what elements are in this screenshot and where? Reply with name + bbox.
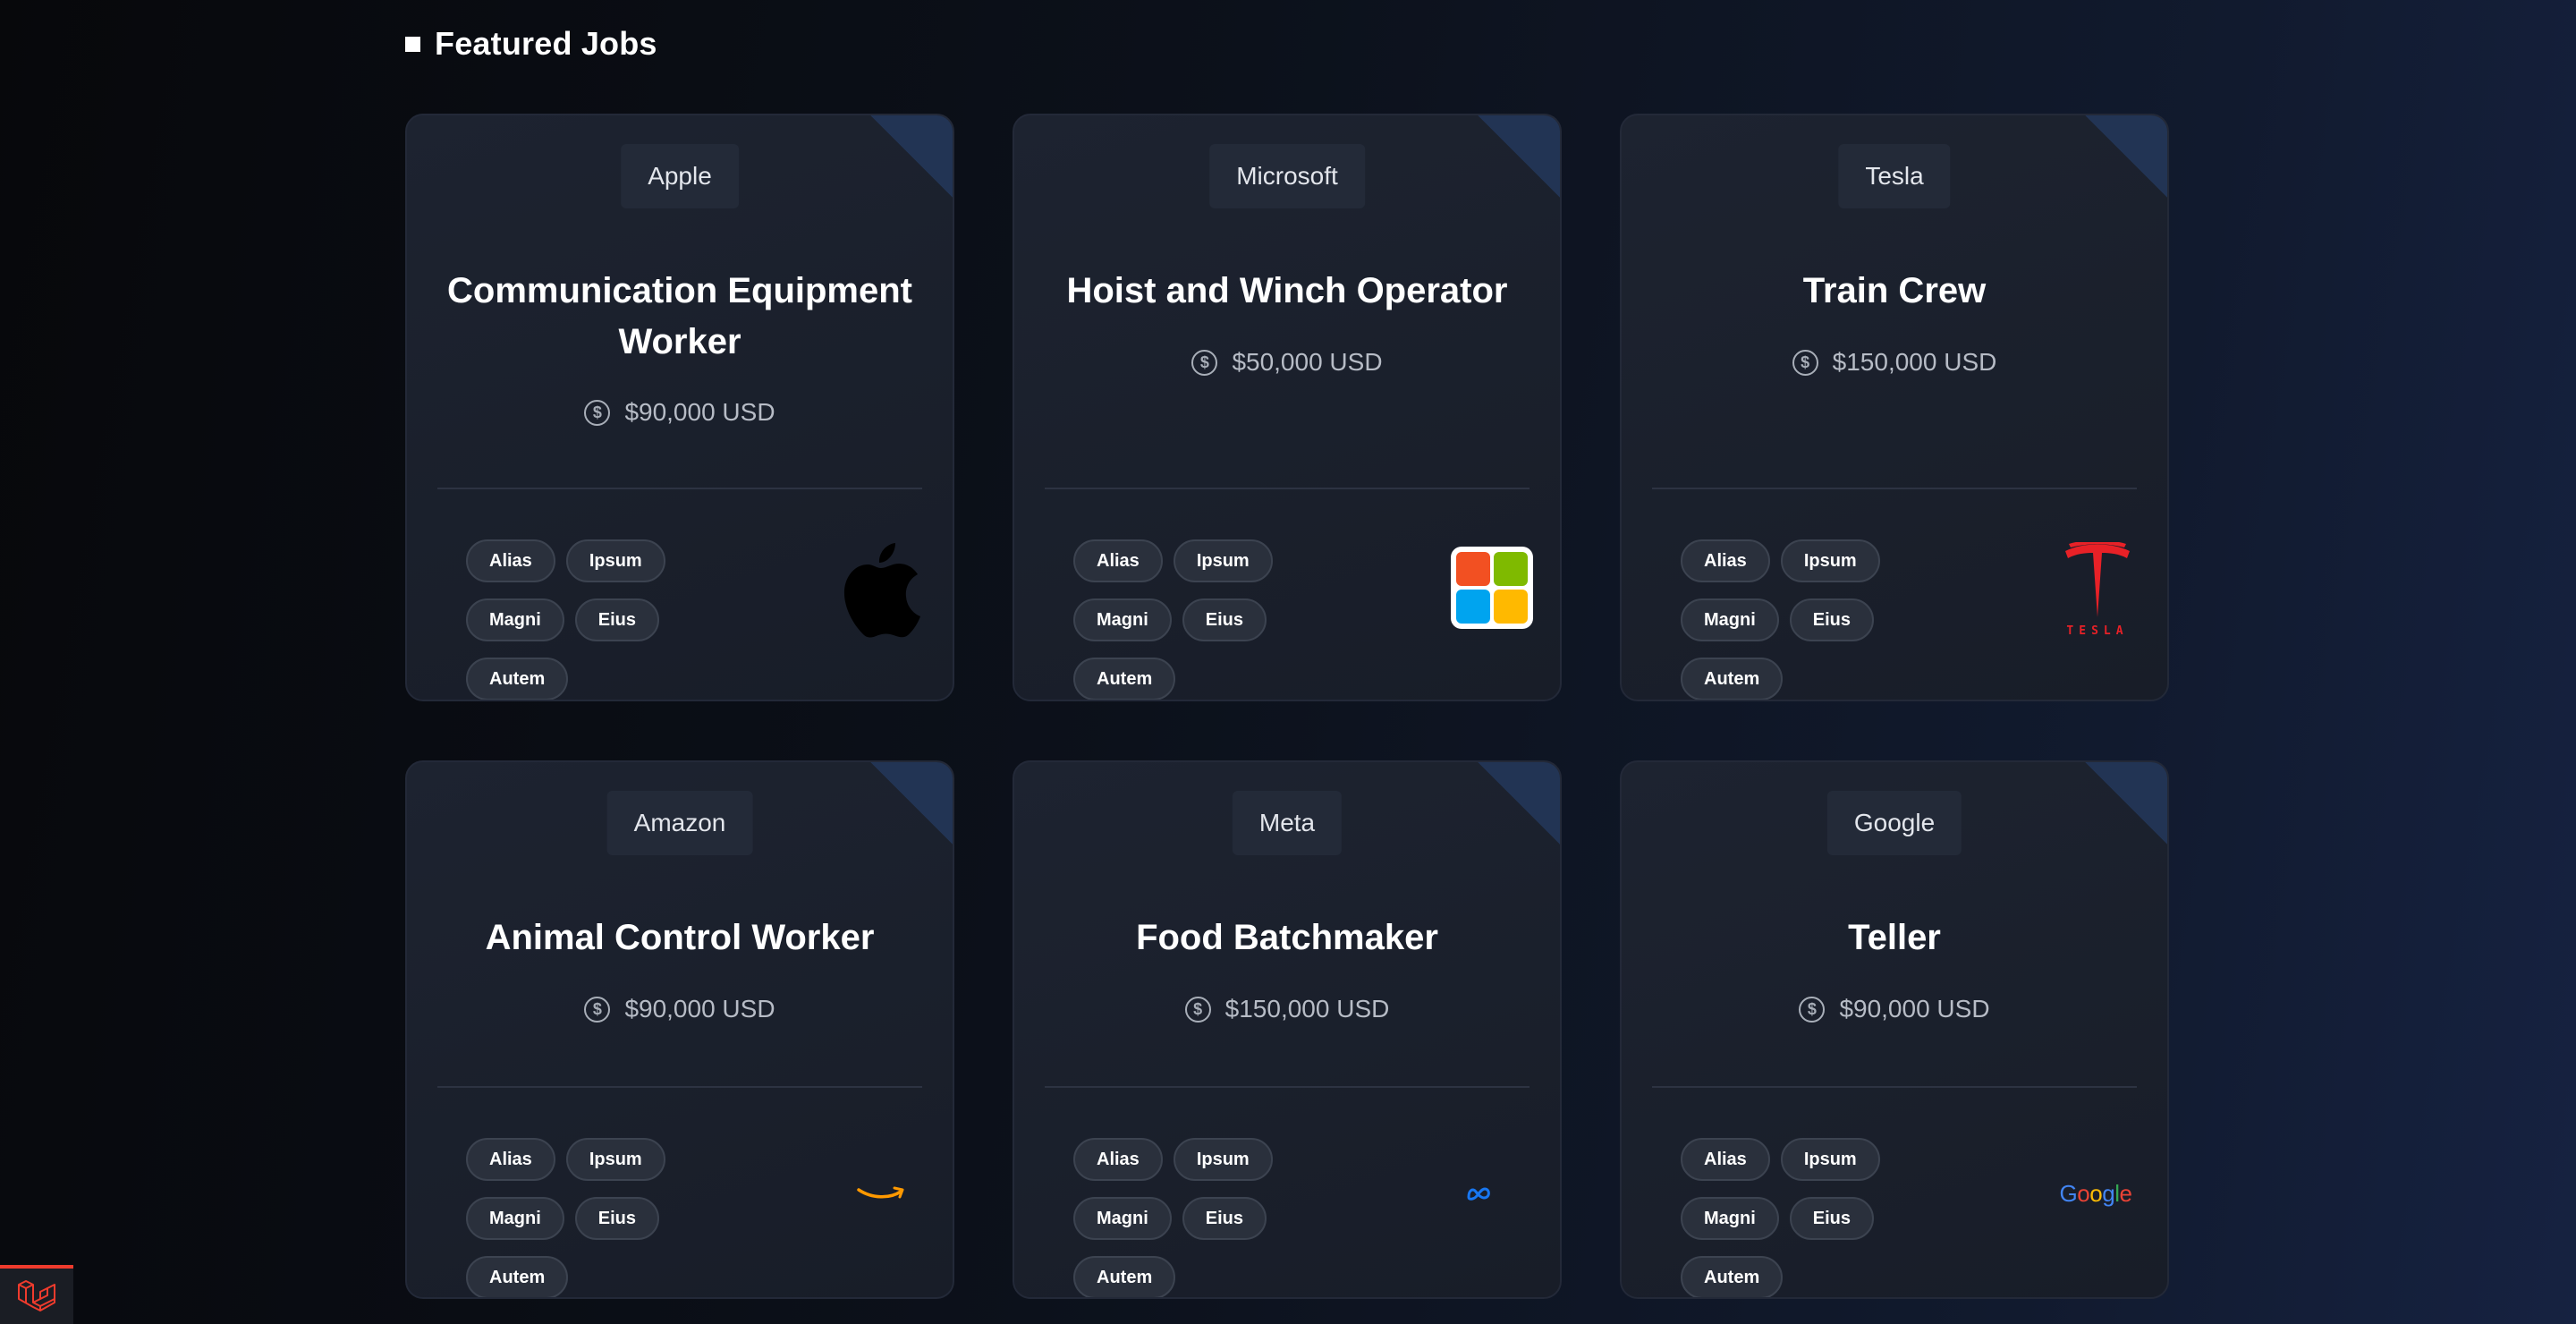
tag[interactable]: Ipsum	[565, 1138, 665, 1181]
job-card[interactable]: Meta Food Batchmaker $ $150,000 USD Alia…	[1013, 760, 1562, 1299]
tesla-wordmark: TESLA	[2066, 624, 2129, 638]
tag[interactable]: Alias	[1073, 1138, 1163, 1181]
card-corner-accent	[2085, 115, 2167, 198]
salary-text: $150,000 USD	[1224, 995, 1390, 1023]
salary-text: $90,000 USD	[624, 995, 775, 1023]
tag[interactable]: Autem	[1681, 658, 1784, 700]
card-corner-accent	[870, 762, 953, 844]
tag[interactable]: Ipsum	[1173, 539, 1273, 582]
card-divider	[1652, 488, 2137, 489]
tag[interactable]: Alias	[466, 1138, 555, 1181]
tag[interactable]: Alias	[1681, 1138, 1770, 1181]
job-title[interactable]: Communication Equipment Worker	[443, 266, 917, 368]
amazon-logo	[836, 1175, 926, 1211]
tag[interactable]: Magni	[1073, 598, 1172, 641]
card-divider	[437, 1086, 922, 1088]
job-card[interactable]: Microsoft Hoist and Winch Operator $ $50…	[1013, 114, 1562, 701]
card-divider	[1045, 1086, 1530, 1088]
company-badge[interactable]: Apple	[621, 144, 739, 208]
tag[interactable]: Autem	[466, 1256, 569, 1297]
tesla-logo: TESLA	[2055, 536, 2140, 643]
card-corner-accent	[870, 115, 953, 198]
card-divider	[437, 488, 922, 489]
job-title[interactable]: Hoist and Winch Operator	[1050, 266, 1524, 317]
tag[interactable]: Ipsum	[565, 539, 665, 582]
company-badge[interactable]: Meta	[1232, 791, 1343, 855]
card-corner-accent	[1478, 762, 1560, 844]
tag[interactable]: Eius	[1789, 1197, 1875, 1240]
tag[interactable]: Magni	[1073, 1197, 1172, 1240]
tag[interactable]: Autem	[466, 658, 569, 700]
dollar-icon: $	[1792, 349, 1818, 376]
card-corner-accent	[1478, 115, 1560, 198]
tag-list: Alias Ipsum Magni Eius Autem	[466, 1138, 770, 1297]
dollar-icon: $	[584, 996, 611, 1023]
tag-list: Alias Ipsum Magni Eius Autem	[1073, 539, 1377, 700]
tag[interactable]: Alias	[466, 539, 555, 582]
card-divider	[1045, 488, 1530, 489]
tag[interactable]: Eius	[1182, 1197, 1267, 1240]
job-title[interactable]: Animal Control Worker	[443, 912, 917, 963]
tag-list: Alias Ipsum Magni Eius Autem	[1681, 539, 1985, 700]
dollar-icon: $	[584, 399, 611, 426]
salary-text: $90,000 USD	[1839, 995, 1990, 1023]
tag[interactable]: Eius	[574, 598, 660, 641]
jobs-grid: Apple Communication Equipment Worker $ $…	[405, 114, 2169, 1299]
job-card[interactable]: Apple Communication Equipment Worker $ $…	[405, 114, 954, 701]
job-title[interactable]: Teller	[1657, 912, 2131, 963]
tag[interactable]: Magni	[1681, 1197, 1779, 1240]
google-wordmark: Google	[2059, 1179, 2132, 1207]
tag[interactable]: Eius	[1789, 598, 1875, 641]
tag-list: Alias Ipsum Magni Eius Autem	[466, 539, 770, 700]
card-divider	[1652, 1086, 2137, 1088]
company-badge[interactable]: Amazon	[606, 791, 753, 855]
google-logo: Google	[2051, 1174, 2140, 1213]
meta-logo	[1453, 1175, 1506, 1211]
salary-text: $90,000 USD	[624, 398, 775, 426]
card-corner-accent	[2085, 762, 2167, 844]
dollar-icon: $	[1191, 349, 1218, 376]
tag[interactable]: Autem	[1073, 1256, 1176, 1297]
debugbar-tab[interactable]	[0, 1265, 73, 1324]
tag[interactable]: Autem	[1681, 1256, 1784, 1297]
salary: $ $150,000 USD	[1014, 995, 1560, 1023]
tag[interactable]: Magni	[1681, 598, 1779, 641]
company-badge[interactable]: Google	[1826, 791, 1962, 855]
job-card[interactable]: Tesla Train Crew $ $150,000 USD Alias Ip…	[1620, 114, 2169, 701]
microsoft-logo	[1451, 547, 1533, 629]
tag[interactable]: Alias	[1073, 539, 1163, 582]
job-title[interactable]: Train Crew	[1657, 266, 2131, 317]
tag[interactable]: Magni	[466, 598, 564, 641]
square-bullet-icon	[405, 36, 420, 52]
laravel-icon	[18, 1280, 55, 1311]
tag[interactable]: Magni	[466, 1197, 564, 1240]
tag-list: Alias Ipsum Magni Eius Autem	[1073, 1138, 1377, 1297]
salary: $ $90,000 USD	[407, 995, 953, 1023]
tag[interactable]: Eius	[1182, 598, 1267, 641]
job-card[interactable]: Google Teller $ $90,000 USD Alias Ipsum …	[1620, 760, 2169, 1299]
salary: $ $90,000 USD	[1622, 995, 2167, 1023]
job-title[interactable]: Food Batchmaker	[1050, 912, 1524, 963]
salary: $ $90,000 USD	[407, 398, 953, 427]
tag[interactable]: Alias	[1681, 539, 1770, 582]
salary: $ $150,000 USD	[1622, 348, 2167, 377]
tag-list: Alias Ipsum Magni Eius Autem	[1681, 1138, 1985, 1297]
tag[interactable]: Autem	[1073, 658, 1176, 700]
section-title: Featured Jobs	[435, 25, 657, 62]
company-badge[interactable]: Tesla	[1838, 144, 1951, 208]
salary-text: $50,000 USD	[1232, 348, 1383, 376]
tag[interactable]: Ipsum	[1173, 1138, 1273, 1181]
salary: $ $50,000 USD	[1014, 348, 1560, 377]
section-heading: Featured Jobs	[405, 25, 657, 63]
job-card[interactable]: Amazon Animal Control Worker $ $90,000 U…	[405, 760, 954, 1299]
apple-logo	[836, 536, 926, 640]
tag[interactable]: Ipsum	[1780, 539, 1880, 582]
company-badge[interactable]: Microsoft	[1209, 144, 1365, 208]
tag[interactable]: Eius	[574, 1197, 660, 1240]
dollar-icon: $	[1799, 996, 1826, 1023]
salary-text: $150,000 USD	[1832, 348, 1997, 376]
dollar-icon: $	[1184, 996, 1211, 1023]
tag[interactable]: Ipsum	[1780, 1138, 1880, 1181]
